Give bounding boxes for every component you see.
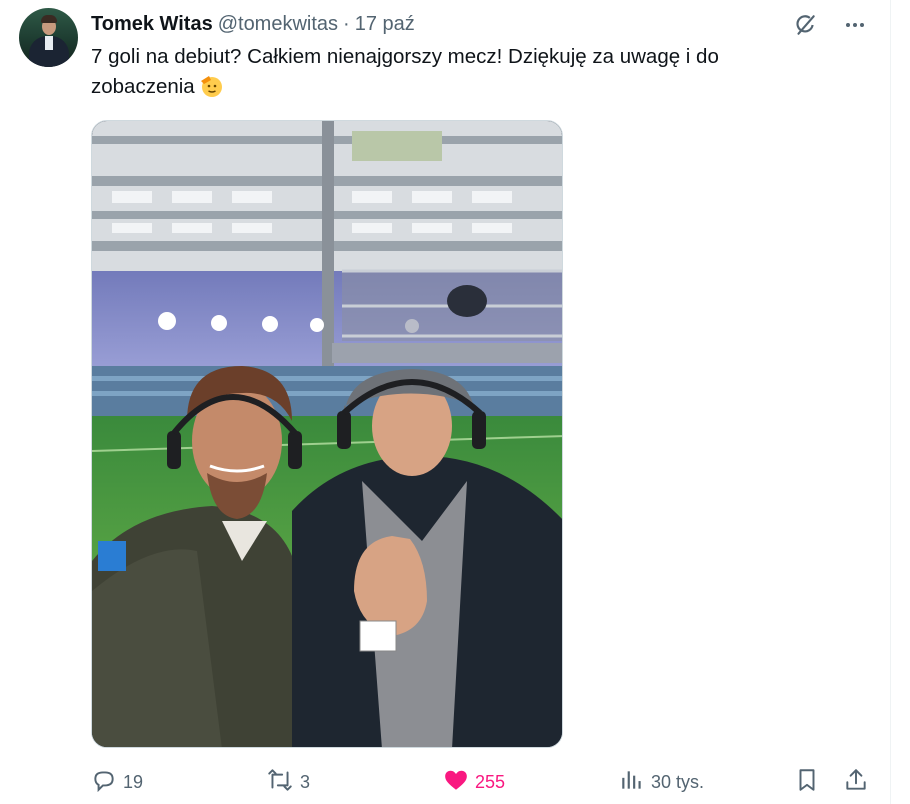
share-button[interactable] [843,764,869,800]
repost-count: 3 [300,771,311,792]
reply-icon [91,767,117,798]
heart-filled-icon [443,767,469,798]
reply-count: 19 [123,771,144,792]
author-handle[interactable]: @tomekwitas [218,13,338,36]
share-icon [843,767,869,798]
bookmark-button[interactable] [794,764,820,800]
tweet[interactable]: Tomek Witas @tomekwitas · 17 paź 7 goli … [0,0,890,804]
column-border [890,0,891,804]
saluting-face-emoji-icon [199,74,223,98]
grok-icon[interactable] [790,10,820,40]
separator-dot: · [343,12,350,35]
tweet-timestamp[interactable]: 17 paź [355,13,415,36]
reply-button[interactable]: 19 [91,764,143,800]
tweet-text: 7 goli na debiut? Całkiem nienajgorszy m… [91,42,811,102]
like-count: 255 [475,771,506,792]
tweet-action-bar: 19 3 255 30 tys. [91,764,873,800]
views-button[interactable]: 30 tys. [619,764,704,800]
tweet-text-line2: zobaczenia [91,75,195,98]
tweet-top-actions [790,10,870,40]
tweet-header: Tomek Witas @tomekwitas · 17 paź [91,11,415,37]
tweet-text-line1: 7 goli na debiut? Całkiem nienajgorszy m… [91,45,719,68]
bookmark-icon [794,767,820,798]
repost-icon [266,767,294,798]
avatar[interactable] [19,8,78,67]
author-name[interactable]: Tomek Witas [91,13,213,36]
like-button[interactable]: 255 [443,764,505,800]
tweet-photo[interactable] [91,120,563,748]
views-count: 30 tys. [651,771,705,792]
repost-button[interactable]: 3 [266,764,310,800]
more-icon[interactable] [840,10,870,40]
views-chart-icon [619,767,645,798]
